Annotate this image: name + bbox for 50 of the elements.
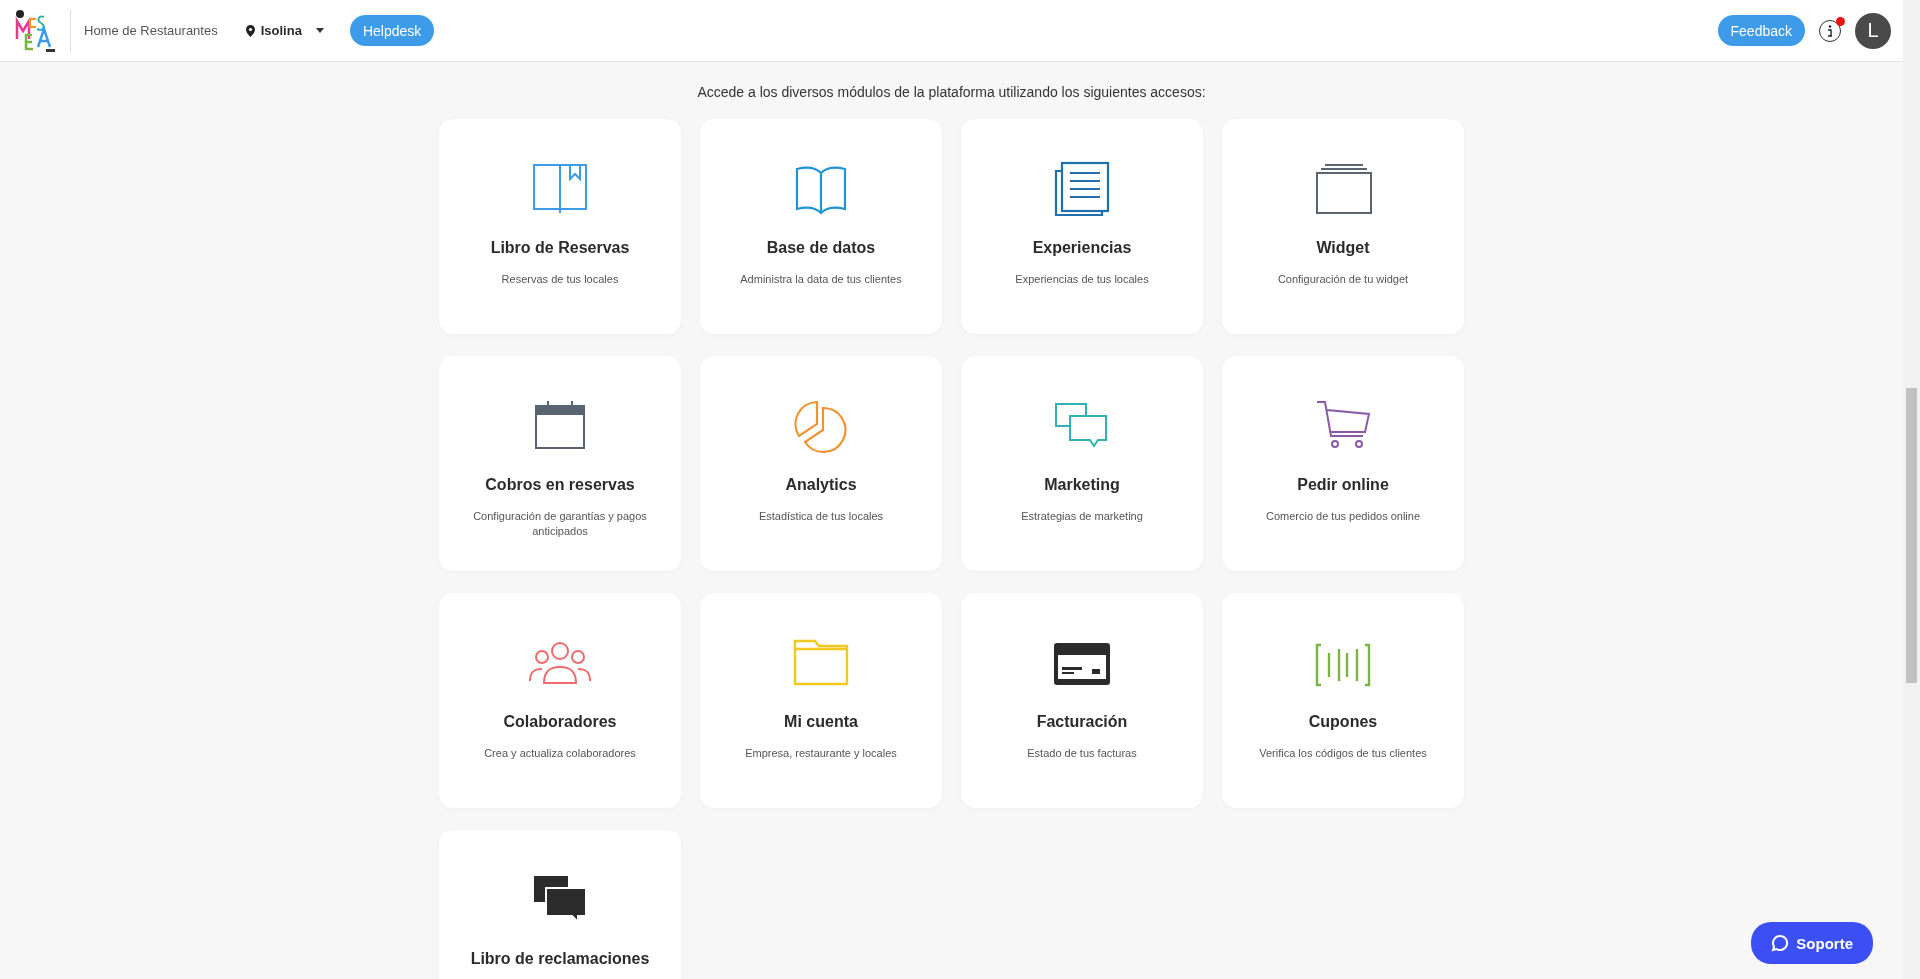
module-description: Configuración de garantías y pagos anticipados <box>472 509 648 540</box>
module-title: Facturación <box>1036 713 1128 731</box>
module-description: Reservas de tus locales <box>501 272 619 287</box>
module-description: Crea y actualiza colaboradores <box>484 746 636 761</box>
module-card[interactable]: Libro de reclamaciones <box>439 830 681 979</box>
module-title: Experiencias <box>1032 239 1132 257</box>
scrollbar-thumb[interactable] <box>1906 388 1917 683</box>
intro-text: Accede a los diversos módulos de la plataforma utilizando los siguientes accesos: <box>697 84 1206 100</box>
module-description: Verifica los códigos de tus clientes <box>1259 746 1427 761</box>
module-card[interactable]: Base de datos Administra la data de tus clientes <box>700 119 942 334</box>
module-description: Configuración de tu widget <box>1277 272 1409 287</box>
module-description: Comercio de tus pedidos online <box>1265 509 1421 524</box>
module-title: Cupones <box>1308 713 1378 731</box>
support-button[interactable]: Soporte <box>1751 922 1873 964</box>
module-title: Pedir online <box>1297 476 1389 494</box>
module-title: Colaboradores <box>503 713 617 731</box>
module-title: Mi cuenta <box>784 713 858 731</box>
module-description: Administra la data de tus clientes <box>740 272 902 287</box>
caret-icon <box>315 28 324 33</box>
module-card[interactable]: Experiencias Experiencias de tus locales <box>961 119 1203 334</box>
location-dropdown[interactable]: Isolina <box>245 23 324 38</box>
module-title: Cobros en reservas <box>485 476 635 494</box>
module-title: Libro de reclamaciones <box>470 950 650 968</box>
module-title: Marketing <box>1044 476 1120 494</box>
module-card[interactable]: Cobros en reservas Configuración de garantías y pagos anticipados <box>439 356 681 571</box>
module-title: Analytics <box>785 476 857 494</box>
module-description: Estrategias de marketing <box>1021 509 1143 524</box>
module-card[interactable]: Mi cuenta Empresa, restaurante y locales <box>700 593 942 808</box>
chat-bubble-icon <box>1771 934 1790 952</box>
breadcrumb-link[interactable]: Home de Restaurantes <box>84 23 218 38</box>
module-card[interactable]: Widget Configuración de tu widget <box>1222 119 1464 334</box>
module-description: Estadística de tus locales <box>758 509 884 524</box>
module-card[interactable]: Pedir online Comercio de tus pedidos online <box>1222 356 1464 571</box>
scrollbar[interactable] <box>1903 0 1920 979</box>
module-description: Estado de tus facturas <box>1027 746 1137 761</box>
module-card[interactable]: Cupones Verifica los códigos de tus clientes <box>1222 593 1464 808</box>
info-icon <box>1827 24 1833 37</box>
module-card[interactable]: Marketing Estrategias de marketing <box>961 356 1203 571</box>
module-title: Widget <box>1316 239 1370 257</box>
module-description: Experiencias de tus locales <box>1015 272 1149 287</box>
module-description: Empresa, restaurante y locales <box>745 746 897 761</box>
module-card[interactable]: Analytics Estadística de tus locales <box>700 356 942 571</box>
logo-drawing[interactable] <box>14 8 58 53</box>
user-avatar[interactable]: L <box>1855 12 1891 49</box>
module-card[interactable]: Colaboradores Crea y actualiza colaboradores <box>439 593 681 808</box>
module-card[interactable]: Facturación Estado de tus facturas <box>961 593 1203 808</box>
module-card[interactable]: Libro de Reservas Reservas de tus locales <box>439 119 681 334</box>
module-title: Base de datos <box>766 239 876 257</box>
module-title: Libro de Reservas <box>490 239 630 257</box>
pin-icon <box>245 24 255 37</box>
